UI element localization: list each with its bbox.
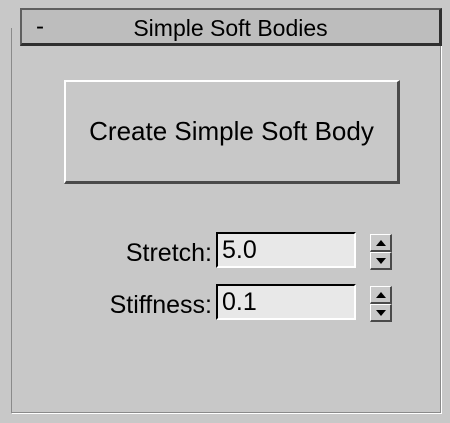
stretch-spinner[interactable] [370, 234, 392, 270]
stretch-spinner-up[interactable] [370, 234, 392, 252]
rollout-title: Simple Soft Bodies [133, 15, 328, 41]
soft-bodies-panel: - Simple Soft Bodies Create Simple Soft … [0, 0, 450, 423]
create-button-label: Create Simple Soft Body [89, 116, 374, 146]
stiffness-spinner-down[interactable] [370, 304, 392, 322]
chevron-down-icon [375, 257, 386, 264]
stiffness-label: Stiffness: [109, 291, 212, 319]
stiffness-spinner-up[interactable] [370, 286, 392, 304]
create-simple-soft-body-button[interactable]: Create Simple Soft Body [64, 80, 400, 184]
stretch-spinner-down[interactable] [370, 252, 392, 270]
chevron-up-icon [375, 291, 386, 298]
rollout-header[interactable]: - Simple Soft Bodies [20, 8, 442, 46]
stretch-label: Stretch: [125, 239, 212, 267]
stiffness-input[interactable] [216, 284, 356, 320]
stiffness-spinner[interactable] [370, 286, 392, 322]
stretch-input[interactable] [216, 232, 356, 268]
chevron-up-icon [375, 239, 386, 246]
chevron-down-icon [375, 309, 386, 316]
